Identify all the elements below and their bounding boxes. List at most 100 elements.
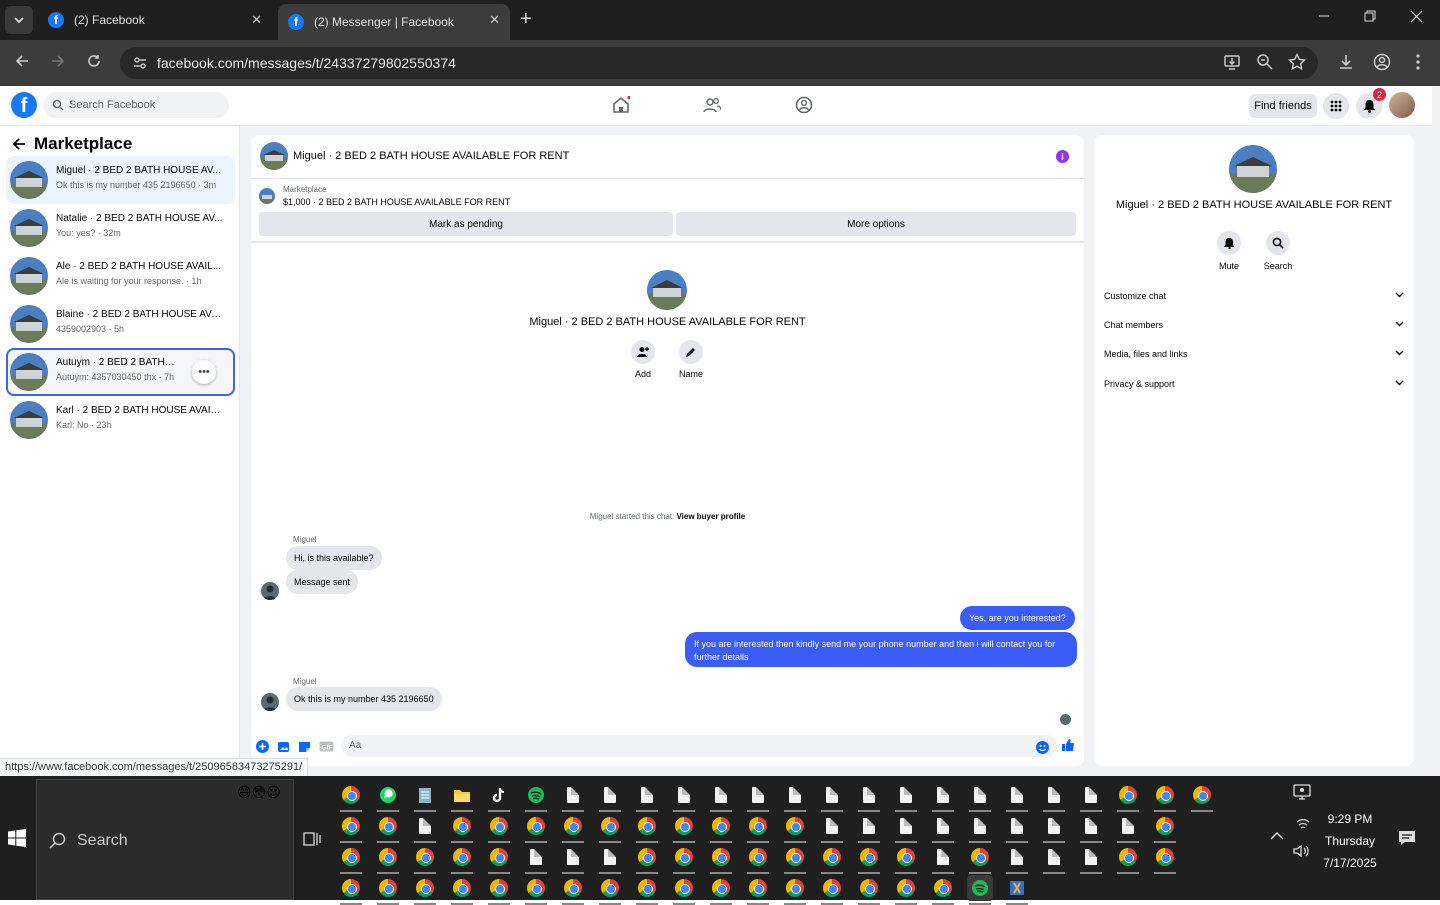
- conversation-item[interactable]: Karl · 2 BED 2 BATH HOUSE AVAIL... Karl:…: [6, 396, 235, 444]
- bookmark-star-icon[interactable]: [1288, 53, 1306, 71]
- chrome-icon[interactable]: [634, 875, 660, 905]
- chrome-icon[interactable]: [1189, 782, 1215, 812]
- chrome-icon[interactable]: [523, 875, 549, 905]
- chrome-icon[interactable]: [1152, 813, 1178, 843]
- chrome-icon[interactable]: [597, 875, 623, 905]
- whatsapp-icon[interactable]: [375, 782, 401, 812]
- chrome-icon[interactable]: [449, 813, 475, 843]
- chrome-icon[interactable]: [375, 875, 401, 905]
- chrome-icon[interactable]: [412, 844, 438, 874]
- document-icon[interactable]: [1004, 813, 1030, 843]
- document-icon[interactable]: [967, 813, 993, 843]
- back-arrow-icon[interactable]: [12, 137, 26, 151]
- back-icon[interactable]: [14, 53, 30, 69]
- document-icon[interactable]: [412, 813, 438, 843]
- mark-as-pending-button[interactable]: Mark as pending: [259, 212, 673, 236]
- restore-icon[interactable]: [1364, 10, 1376, 22]
- edit-name-button[interactable]: Name: [671, 340, 711, 379]
- chrome-icon[interactable]: [782, 813, 808, 843]
- document-icon[interactable]: [1041, 782, 1067, 812]
- conversation-item[interactable]: Blaine · 2 BED 2 BATH HOUSE AVA... 43590…: [6, 300, 235, 348]
- profile-icon[interactable]: [1373, 53, 1391, 71]
- address-bar[interactable]: facebook.com/messages/t/2433727980255037…: [120, 47, 1318, 79]
- spotify-icon[interactable]: [967, 875, 993, 905]
- taskbar-clock[interactable]: 9:29 PM Thursday 7/17/2025: [1315, 808, 1385, 874]
- paint-icon[interactable]: [1004, 875, 1030, 905]
- site-settings-icon[interactable]: [132, 55, 148, 71]
- chrome-icon[interactable]: [930, 875, 956, 905]
- chrome-icon[interactable]: [819, 875, 845, 905]
- volume-icon[interactable]: [1293, 844, 1309, 858]
- chrome-icon[interactable]: [634, 844, 660, 874]
- chrome-icon[interactable]: [338, 813, 364, 843]
- close-tab-icon[interactable]: ✕: [251, 12, 262, 28]
- chrome-icon[interactable]: [486, 844, 512, 874]
- chrome-icon[interactable]: [338, 782, 364, 812]
- document-icon[interactable]: [634, 782, 660, 812]
- chrome-icon[interactable]: [893, 844, 919, 874]
- document-icon[interactable]: [893, 782, 919, 812]
- conversation-more-button[interactable]: •••: [192, 360, 216, 384]
- network-icon[interactable]: [1296, 816, 1310, 830]
- document-icon[interactable]: [930, 813, 956, 843]
- add-people-button[interactable]: Add: [623, 340, 663, 379]
- zoom-icon[interactable]: [1256, 53, 1274, 71]
- document-icon[interactable]: [708, 782, 734, 812]
- minimize-icon[interactable]: [1318, 10, 1330, 22]
- search-in-chat-button[interactable]: Search: [1258, 231, 1298, 271]
- close-window-icon[interactable]: [1410, 10, 1423, 23]
- task-view-icon[interactable]: [303, 831, 321, 847]
- notepad-icon[interactable]: [412, 782, 438, 812]
- conversation-item[interactable]: Miguel · 2 BED 2 BATH HOUSE AV... Ok thi…: [6, 156, 235, 204]
- spotify-icon[interactable]: [523, 782, 549, 812]
- close-tab-icon[interactable]: ✕: [489, 12, 500, 28]
- facebook-logo-icon[interactable]: f: [11, 92, 37, 118]
- photo-icon[interactable]: [277, 740, 290, 753]
- chrome-icon[interactable]: [708, 813, 734, 843]
- chrome-icon[interactable]: [375, 813, 401, 843]
- chrome-icon[interactable]: [671, 844, 697, 874]
- forward-icon[interactable]: [50, 53, 66, 69]
- chrome-icon[interactable]: [486, 875, 512, 905]
- windows-start-icon[interactable]: [8, 829, 26, 847]
- outgoing-message[interactable]: Yes, are you interested?: [960, 606, 1075, 630]
- chrome-icon[interactable]: [634, 813, 660, 843]
- chrome-icon[interactable]: [745, 844, 771, 874]
- chrome-icon[interactable]: [375, 844, 401, 874]
- chrome-icon[interactable]: [597, 813, 623, 843]
- media-files-links-section[interactable]: Media, files and links: [1104, 349, 1404, 359]
- chrome-icon[interactable]: [819, 844, 845, 874]
- document-icon[interactable]: [597, 844, 623, 874]
- document-icon[interactable]: [745, 782, 771, 812]
- conversation-item[interactable]: Ale · 2 BED 2 BATH HOUSE AVAIL... Ale is…: [6, 252, 235, 300]
- document-icon[interactable]: [671, 782, 697, 812]
- chrome-icon[interactable]: [708, 844, 734, 874]
- mute-button[interactable]: Mute: [1209, 231, 1249, 271]
- privacy-support-section[interactable]: Privacy & support: [1104, 379, 1404, 389]
- sticker-icon[interactable]: [298, 740, 311, 753]
- install-app-icon[interactable]: [1223, 53, 1241, 71]
- notification-center-icon[interactable]: [1398, 830, 1416, 846]
- thumbs-up-icon[interactable]: [1061, 738, 1075, 752]
- document-icon[interactable]: [560, 782, 586, 812]
- chrome-icon[interactable]: [745, 875, 771, 905]
- customize-chat-section[interactable]: Customize chat: [1104, 291, 1404, 301]
- meet-now-icon[interactable]: [1293, 784, 1311, 800]
- home-icon[interactable]: [612, 96, 630, 114]
- chrome-icon[interactable]: [856, 875, 882, 905]
- listing-title[interactable]: $1,000 · 2 BED 2 BATH HOUSE AVAILABLE FO…: [283, 197, 510, 207]
- chrome-icon[interactable]: [1152, 844, 1178, 874]
- outgoing-message[interactable]: If you are interested then kindly send m…: [685, 632, 1077, 667]
- menu-grid-icon[interactable]: [1323, 93, 1349, 119]
- chat-members-section[interactable]: Chat members: [1104, 320, 1404, 330]
- chrome-icon[interactable]: [412, 875, 438, 905]
- chrome-icon[interactable]: [856, 844, 882, 874]
- document-icon[interactable]: [819, 813, 845, 843]
- friends-icon[interactable]: [703, 96, 721, 114]
- more-options-button[interactable]: More options: [676, 212, 1076, 236]
- document-icon[interactable]: [523, 844, 549, 874]
- show-hidden-icons-icon[interactable]: [1270, 831, 1284, 841]
- document-icon[interactable]: [1115, 813, 1141, 843]
- document-icon[interactable]: [1041, 844, 1067, 874]
- chrome-icon[interactable]: [671, 813, 697, 843]
